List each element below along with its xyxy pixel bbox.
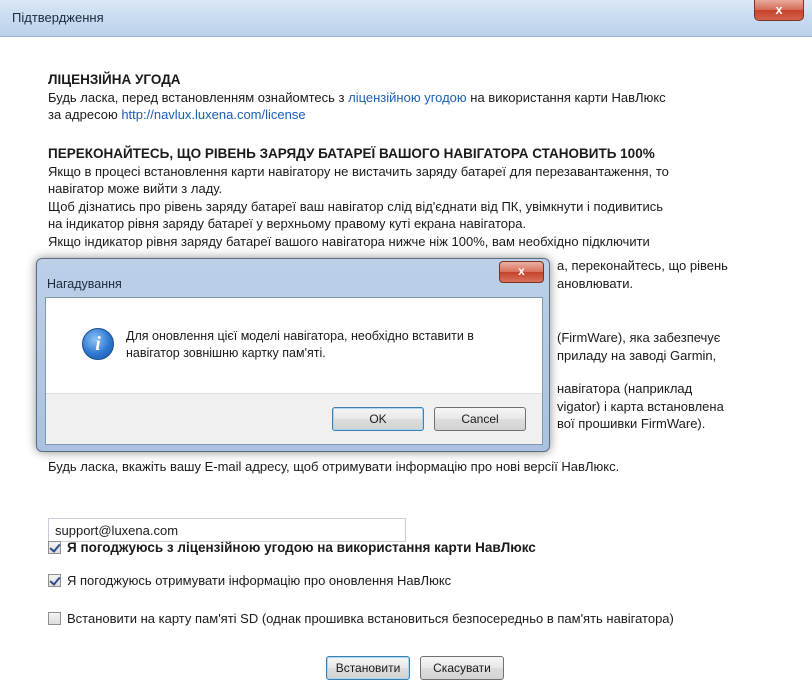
dialog-cancel-button[interactable]: Cancel: [434, 407, 526, 431]
dialog-footer: OK Cancel: [46, 393, 542, 444]
license-section: ЛІЦЕНЗІЙНА УГОДА Будь ласка, перед встан…: [48, 71, 788, 124]
email-prompt: Будь ласка, вкажіть вашу E-mail адресу, …: [48, 459, 620, 474]
subscribe-updates-checkbox[interactable]: [48, 574, 61, 587]
install-sd-checkbox-row[interactable]: Встановити на карту пам'яті SD (однак пр…: [48, 611, 674, 626]
license-text-before: Будь ласка, перед встановленням ознайомт…: [48, 89, 349, 105]
battery-section: ПЕРЕКОНАЙТЕСЬ, ЩО РІВЕНЬ ЗАРЯДУ БАТАРЕЇ …: [48, 145, 788, 250]
agree-license-label: Я погоджуюсь з ліцензійною угодою на вик…: [67, 540, 536, 555]
license-heading: ЛІЦЕНЗІЙНА УГОДА: [48, 72, 181, 87]
agree-license-checkbox[interactable]: [48, 541, 61, 554]
window-title: Підтвердження: [12, 10, 104, 25]
install-sd-checkbox[interactable]: [48, 612, 61, 625]
ok-button[interactable]: OK: [332, 407, 424, 431]
battery-fragment: а, переконайтесь, що рівень: [557, 258, 728, 273]
install-sd-label: Встановити на карту пам'яті SD (однак пр…: [67, 611, 674, 626]
firmware-fragments: (FirmWare), яка забезпечує приладу на за…: [557, 329, 724, 433]
agree-license-checkbox-row[interactable]: Я погоджуюсь з ліцензійною угодою на вик…: [48, 540, 536, 555]
title-bar: Підтвердження x: [0, 0, 812, 37]
firmware-fragment: приладу на заводі Garmin,: [557, 347, 717, 363]
battery-line: на індикатор рівня заряду батареї у верх…: [48, 216, 527, 231]
battery-line: Якщо в процесі встановлення карти навіга…: [48, 163, 669, 179]
battery-fragments: а, переконайтесь, що рівень ановлювати.: [557, 257, 728, 293]
firmware-fragment: vigator) і карта встановлена: [557, 398, 724, 414]
license-text-after: на використання карти НавЛюкс: [466, 89, 666, 105]
dialog-body: i Для оновлення цієї моделі навігатора, …: [45, 297, 543, 445]
email-input[interactable]: [48, 518, 406, 542]
dialog-close-button[interactable]: x: [499, 261, 544, 283]
subscribe-updates-checkbox-row[interactable]: Я погоджуюсь отримувати інформацію про о…: [48, 573, 451, 588]
battery-fragment: ановлювати.: [557, 276, 634, 291]
firmware-fragment: вої прошивки FirmWare).: [557, 416, 706, 431]
subscribe-updates-label: Я погоджуюсь отримувати інформацію про о…: [67, 573, 452, 588]
battery-line: Щоб дізнатись про рівень заряду батареї …: [48, 198, 664, 214]
battery-heading: ПЕРЕКОНАЙТЕСЬ, ЩО РІВЕНЬ ЗАРЯДУ БАТАРЕЇ …: [48, 146, 655, 161]
reminder-dialog: Нагадування x i Для оновлення цієї модел…: [36, 258, 550, 452]
battery-line: Якщо індикатор рівня заряду батареї вашо…: [48, 233, 650, 249]
dialog-message: Для оновлення цієї моделі навігатора, не…: [126, 329, 474, 360]
battery-line: навігатор може вийти з ладу.: [48, 181, 223, 196]
close-button[interactable]: x: [754, 0, 804, 21]
cancel-install-button[interactable]: Скасувати: [420, 656, 504, 680]
dialog-title: Нагадування: [47, 277, 122, 291]
close-icon: x: [775, 2, 783, 17]
license-agreement-link[interactable]: ліцензійною угодою: [348, 90, 467, 105]
close-icon: x: [518, 264, 525, 278]
firmware-fragment: навігатора (наприклад: [557, 381, 693, 396]
license-url-link[interactable]: http://navlux.luxena.com/license: [121, 107, 305, 122]
info-icon: i: [82, 328, 114, 360]
firmware-fragment: (FirmWare), яка забезпечує: [557, 330, 721, 345]
install-button[interactable]: Встановити: [326, 656, 410, 680]
license-text: Будь ласка, перед встановленням ознайомт…: [48, 89, 788, 107]
license-address-prefix: за адресою: [48, 107, 122, 122]
license-address: за адресою http://navlux.luxena.com/lice…: [48, 106, 788, 124]
